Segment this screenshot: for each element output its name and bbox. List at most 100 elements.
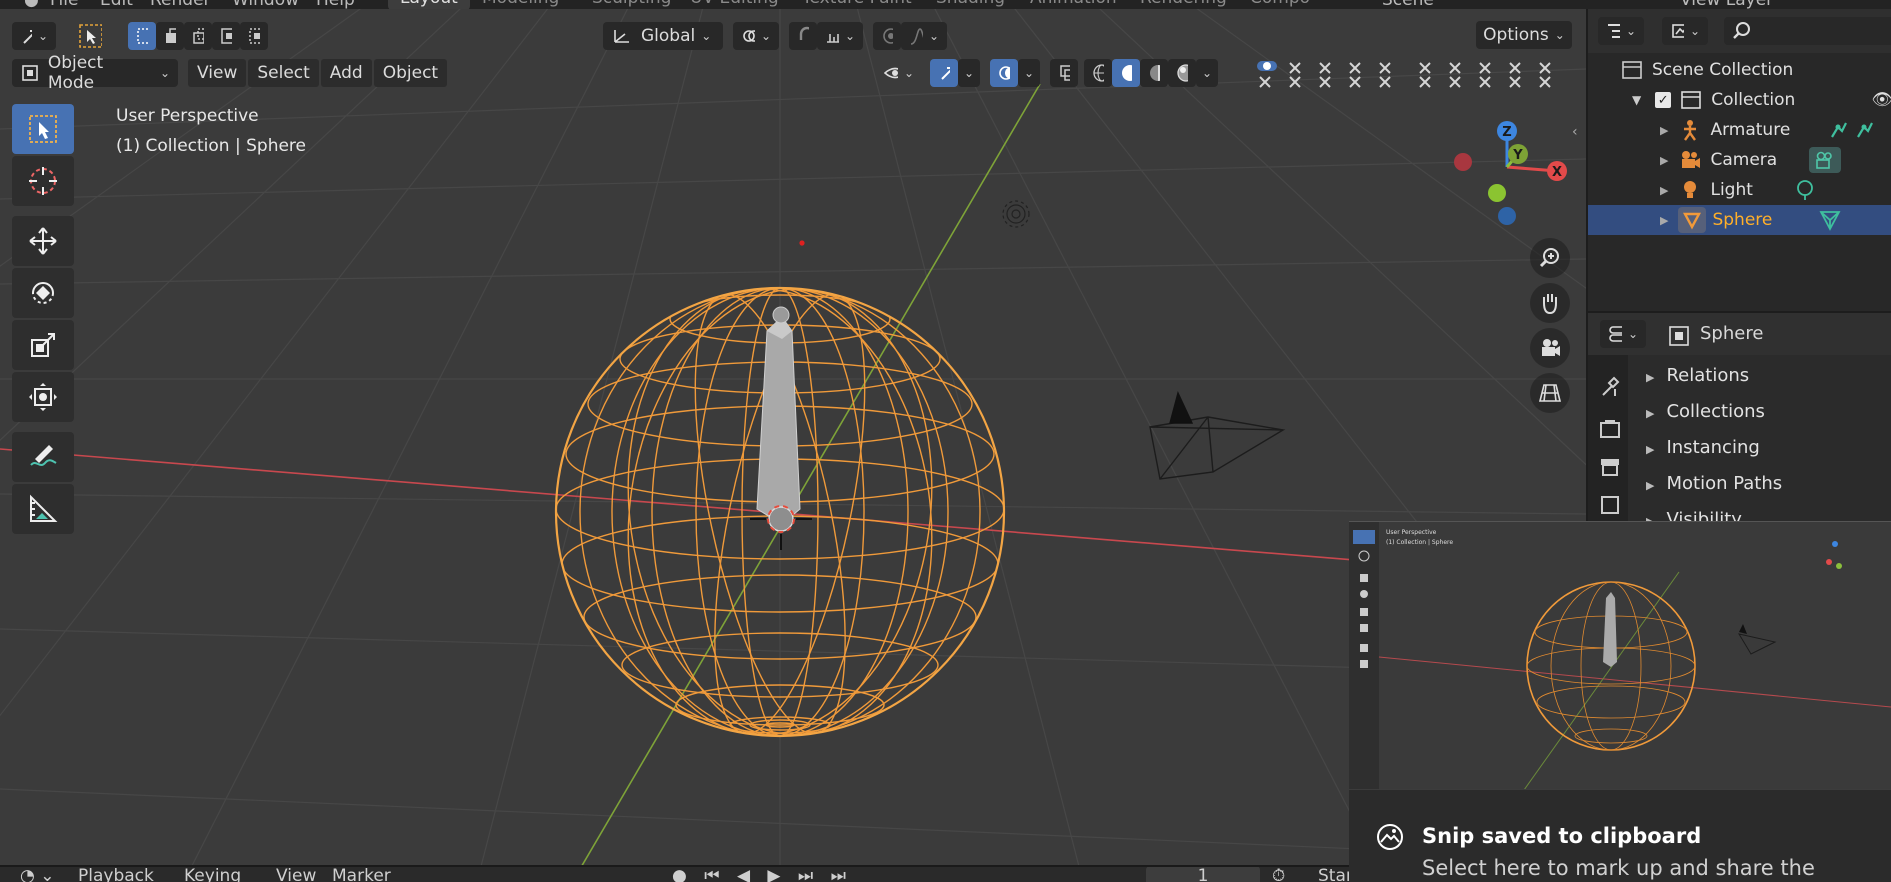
playback-controls[interactable]: ● ⏮ ◀ ▶ ⏭ ⏭ xyxy=(672,867,852,882)
tab-rendering[interactable]: Rendering xyxy=(1128,0,1239,9)
gizmo-toggle[interactable] xyxy=(930,59,958,87)
outliner-search[interactable] xyxy=(1724,17,1891,45)
section-collections[interactable]: ▶ Collections xyxy=(1646,401,1765,422)
sidebar-expand-arrow-icon[interactable]: ‹ xyxy=(1572,124,1586,144)
select-box-mode-new[interactable] xyxy=(128,22,156,50)
menu-add[interactable]: Add xyxy=(320,59,372,87)
gizmo-dropdown[interactable]: ⌄ xyxy=(958,59,980,87)
section-motion-paths[interactable]: ▶ Motion Paths xyxy=(1646,473,1782,494)
options-dropdown[interactable]: Options ⌄ xyxy=(1476,21,1572,49)
select-box-mode-intersect[interactable] xyxy=(240,22,268,50)
navigation-gizmo[interactable]: Y Z X xyxy=(1440,109,1570,239)
menu-window[interactable]: Window xyxy=(232,0,299,9)
expand-right-arrow-icon[interactable]: ▶ xyxy=(1660,124,1668,137)
visibility-dropdown[interactable]: ⌄ xyxy=(876,59,922,87)
menu-keying[interactable]: Keying xyxy=(184,867,241,882)
shading-solid[interactable] xyxy=(1112,59,1140,87)
menu-timeline-view[interactable]: View xyxy=(276,867,316,882)
tab-texture-paint[interactable]: Texture Paint xyxy=(790,0,924,9)
mode-dropdown[interactable]: Object Mode ⌄ xyxy=(12,53,178,93)
render-properties-icon[interactable] xyxy=(1598,417,1622,441)
tab-sculpting[interactable]: Sculpting xyxy=(580,0,683,9)
outliner-editor-type[interactable]: ⌄ xyxy=(1598,17,1644,45)
tool-select-box[interactable] xyxy=(12,104,74,154)
proportional-falloff-dropdown[interactable]: ⌄ xyxy=(901,22,947,50)
stopwatch-icon[interactable]: ⏱ xyxy=(1272,867,1285,882)
camera-data-button[interactable] xyxy=(1809,147,1842,173)
view-layer-icon[interactable] xyxy=(1598,493,1622,517)
select-box-mode-extend[interactable] xyxy=(156,22,184,50)
editor-type-button[interactable]: ⌄ xyxy=(12,22,56,50)
tab-modeling[interactable]: Modeling xyxy=(470,0,571,9)
tool-scale[interactable] xyxy=(12,320,74,370)
expand-right-arrow-icon[interactable]: ▶ xyxy=(1660,184,1668,197)
expand-right-arrow-icon[interactable]: ▶ xyxy=(1660,154,1668,167)
snip-thumbnail-preview[interactable]: User Perspective (1) Collection | Sphere xyxy=(1349,521,1891,789)
menu-render[interactable]: Render xyxy=(150,0,211,9)
tool-cursor[interactable] xyxy=(12,156,74,206)
outliner-item-sphere[interactable]: ▶ Sphere xyxy=(1588,205,1891,235)
shading-material[interactable] xyxy=(1140,59,1168,87)
blender-logo-icon[interactable]: ● xyxy=(24,0,39,9)
current-frame-field[interactable]: 1 xyxy=(1146,867,1260,882)
proportional-editing-toggle[interactable] xyxy=(873,22,901,50)
menu-object[interactable]: Object xyxy=(373,59,448,87)
scene-selector[interactable]: Scene xyxy=(1382,0,1434,9)
expand-down-arrow-icon[interactable]: ▼ xyxy=(1632,93,1641,107)
tab-shading[interactable]: Shading xyxy=(924,0,1017,9)
frame-start-label[interactable]: Star xyxy=(1318,867,1353,882)
snap-target-dropdown[interactable]: ⌄ xyxy=(817,22,863,50)
zoom-button[interactable] xyxy=(1530,238,1570,278)
snip-notification-toast[interactable]: Snip saved to clipboard Select here to m… xyxy=(1349,789,1891,882)
view-layer-selector[interactable]: View Layer xyxy=(1680,0,1773,9)
shading-rendered[interactable] xyxy=(1168,59,1196,87)
menu-marker[interactable]: Marker xyxy=(332,867,391,882)
collection-checkbox[interactable]: ✓ xyxy=(1655,92,1672,108)
visibility-eye-icon[interactable]: 👁 xyxy=(1871,90,1891,110)
output-properties-icon[interactable] xyxy=(1598,455,1622,479)
transform-orientation-dropdown[interactable]: Global ⌄ xyxy=(603,22,723,50)
tab-compositing[interactable]: Compo xyxy=(1238,0,1322,9)
outliner-item-camera[interactable]: ▶ Camera xyxy=(1588,145,1891,175)
outliner-display-mode[interactable]: ⌄ xyxy=(1662,17,1708,45)
snap-toggle[interactable] xyxy=(789,22,817,50)
camera-view-button[interactable] xyxy=(1530,328,1570,368)
ortho-toggle-button[interactable] xyxy=(1530,373,1570,413)
tool-measure[interactable] xyxy=(12,484,74,534)
tab-animation[interactable]: Animation xyxy=(1018,0,1129,9)
menu-view[interactable]: View xyxy=(188,59,247,87)
expand-right-arrow-icon[interactable]: ▶ xyxy=(1660,214,1668,227)
pan-button[interactable] xyxy=(1530,283,1570,323)
xray-toggle[interactable] xyxy=(1050,59,1078,87)
tool-annotate[interactable] xyxy=(12,432,74,482)
outliner-collection[interactable]: ▼ ✓ Collection 👁 xyxy=(1588,85,1891,115)
select-box-mode-invert[interactable] xyxy=(212,22,240,50)
pivot-point-dropdown[interactable]: ⌄ xyxy=(733,22,779,50)
section-instancing[interactable]: ▶ Instancing xyxy=(1646,437,1760,458)
menu-file[interactable]: File xyxy=(50,0,78,9)
tab-uv-editing[interactable]: UV Editing xyxy=(678,0,791,9)
tool-rotate[interactable] xyxy=(12,268,74,318)
timeline-editor-type-icon[interactable]: ◔ ⌄ xyxy=(20,867,54,882)
menu-help[interactable]: Help xyxy=(316,0,355,9)
section-relations[interactable]: ▶ Relations xyxy=(1646,365,1749,386)
outliner-scene-collection[interactable]: Scene Collection xyxy=(1588,55,1891,85)
properties-editor-type[interactable]: ⌄ xyxy=(1600,320,1646,348)
select-box-mode-subtract[interactable] xyxy=(184,22,212,50)
tool-transform[interactable] xyxy=(12,372,74,422)
select-tool-button[interactable] xyxy=(70,22,110,50)
overlays-toggle[interactable] xyxy=(990,59,1018,87)
select-new-icon xyxy=(137,28,148,44)
tool-settings-icon[interactable] xyxy=(1598,375,1622,399)
outliner-item-light[interactable]: ▶ Light xyxy=(1588,175,1891,205)
outliner-item-armature[interactable]: ▶ Armature xyxy=(1588,115,1891,145)
menu-playback[interactable]: Playback xyxy=(78,867,154,882)
menu-select[interactable]: Select xyxy=(248,59,319,87)
tab-layout[interactable]: Layout xyxy=(388,0,470,9)
shading-dropdown[interactable]: ⌄ xyxy=(1196,59,1218,87)
menu-edit[interactable]: Edit xyxy=(100,0,133,9)
tool-move[interactable] xyxy=(12,216,74,266)
overlays-dropdown[interactable]: ⌄ xyxy=(1018,59,1040,87)
overlay-toggle-row[interactable] xyxy=(1254,59,1554,93)
shading-wireframe[interactable] xyxy=(1084,59,1112,87)
